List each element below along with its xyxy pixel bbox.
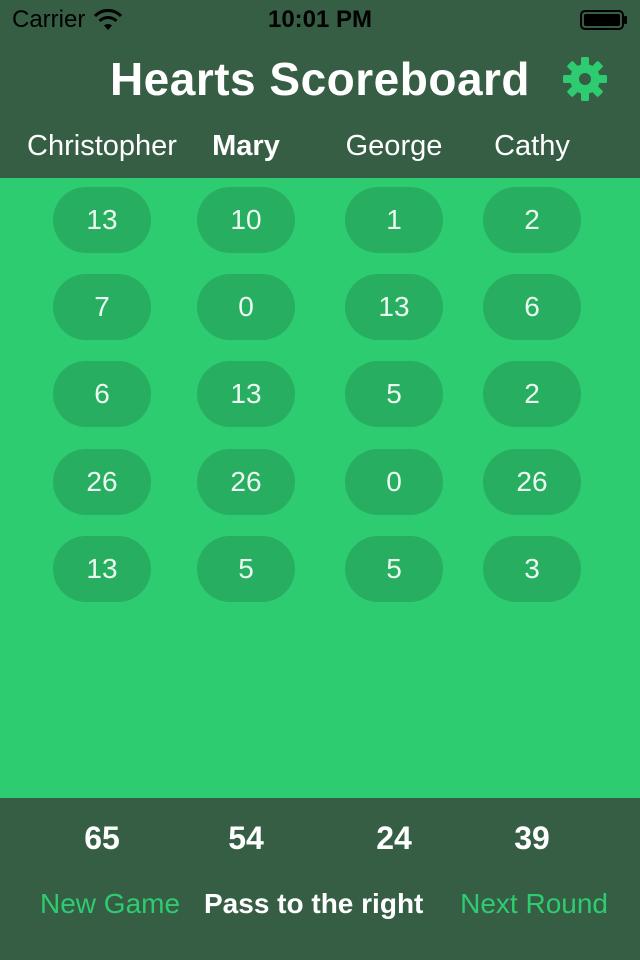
clock: 10:01 PM <box>267 6 373 33</box>
score-cell[interactable]: 26 <box>53 449 151 515</box>
score-cell[interactable]: 2 <box>483 187 581 253</box>
total-score: 54 <box>228 820 264 856</box>
player-name-4: Cathy <box>494 130 570 162</box>
new-game-button[interactable]: New Game <box>40 888 180 920</box>
score-cell[interactable]: 13 <box>53 187 151 253</box>
gear-icon[interactable] <box>562 56 608 102</box>
footer: 65 54 24 39 New Game Pass to the right N… <box>0 798 640 960</box>
score-cell[interactable]: 10 <box>197 187 295 253</box>
header: Carrier 10:01 PM Hearts Scoreboard Chris… <box>0 0 640 178</box>
player-names: Christopher Mary George Cathy <box>0 130 640 170</box>
score-cell[interactable]: 0 <box>345 449 443 515</box>
total-score: 39 <box>514 820 550 856</box>
score-cell[interactable]: 1 <box>345 187 443 253</box>
score-cell[interactable]: 3 <box>483 536 581 602</box>
score-cell[interactable]: 7 <box>53 274 151 340</box>
status-bar: Carrier 10:01 PM <box>0 0 640 40</box>
score-cell[interactable]: 13 <box>53 536 151 602</box>
score-cell[interactable]: 5 <box>345 361 443 427</box>
score-cell[interactable]: 0 <box>197 274 295 340</box>
score-cell[interactable]: 26 <box>197 449 295 515</box>
score-cell[interactable]: 26 <box>483 449 581 515</box>
total-score: 65 <box>84 820 120 856</box>
page-title: Hearts Scoreboard <box>109 53 531 105</box>
score-cell[interactable]: 2 <box>483 361 581 427</box>
score-cell[interactable]: 6 <box>483 274 581 340</box>
score-cell[interactable]: 6 <box>53 361 151 427</box>
score-cell[interactable]: 13 <box>197 361 295 427</box>
pass-direction-label: Pass to the right <box>204 888 424 919</box>
score-cell[interactable]: 5 <box>197 536 295 602</box>
next-round-button[interactable]: Next Round <box>460 888 608 920</box>
scoreboard-screen: Carrier 10:01 PM Hearts Scoreboard Chris… <box>0 0 640 960</box>
battery-icon <box>580 10 627 30</box>
score-cell[interactable]: 5 <box>345 536 443 602</box>
score-cell[interactable]: 13 <box>345 274 443 340</box>
total-score: 24 <box>376 820 412 856</box>
